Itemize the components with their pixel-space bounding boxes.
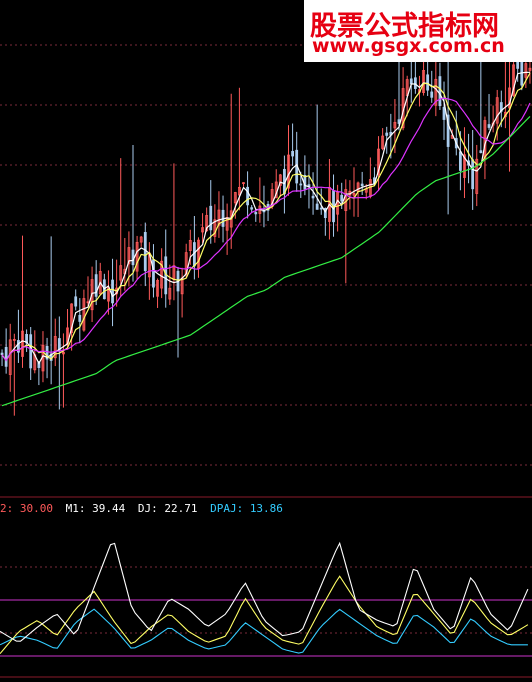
candle-body [315,203,319,210]
candle-body [487,124,491,128]
legend-item-m1: M1: 39.44 [65,502,126,515]
candle-body [458,151,462,171]
candle-body [413,77,417,89]
candle-body [111,279,114,304]
candle-body [340,194,344,202]
candle-body [29,334,33,369]
candle-body [4,346,8,367]
candle-body [438,76,442,107]
candle-body [479,150,483,153]
candle-body [360,183,364,187]
candle-body [319,207,323,210]
legend-item-dj: DJ: 22.71 [137,502,198,515]
candle-body [0,352,4,356]
candle-body [250,207,254,210]
legend-item-2: 2: 30.00 [0,502,53,515]
candle-body [246,186,249,206]
legend-item-dpaj: DPAJ: 13.86 [210,502,283,515]
watermark-url: www.gsgx.com.cn [312,35,505,57]
candle-body [131,249,135,266]
candle-body [299,183,303,186]
watermark-banner: 股票公式指标网 www.gsgx.com.cn [304,0,532,62]
candle-body [78,314,82,322]
candle-body [385,132,389,136]
candle-body [209,205,213,231]
candle-body [143,232,147,272]
candle-body [471,159,475,190]
candle-body [311,195,315,199]
candle-body [152,259,155,288]
indicator-legend: 2: 30.00 M1: 39.44 DJ: 22.71 DPAJ: 13.86 [0,502,289,516]
candle-body [291,150,295,157]
candle-body [254,212,258,215]
candle-body [430,91,434,98]
candle-body [442,106,446,120]
candle-body [426,74,430,91]
candle-body [409,78,413,85]
candle-body [74,296,78,307]
stock-chart-canvas[interactable] [0,0,532,682]
